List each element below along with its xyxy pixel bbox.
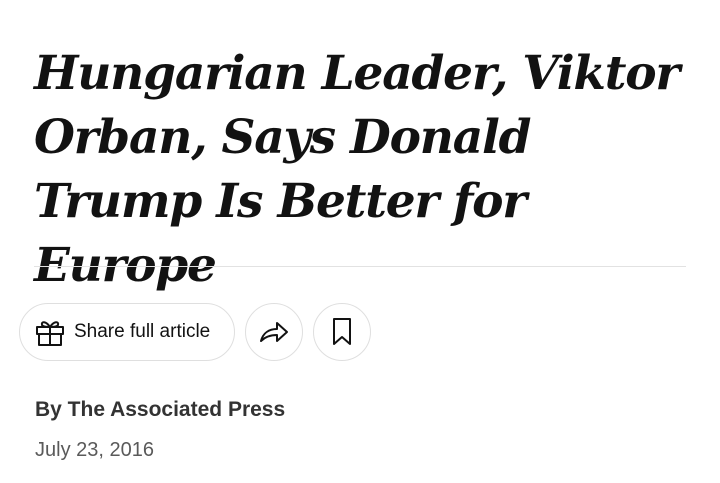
divider (34, 266, 686, 267)
share-arrow-icon (258, 319, 290, 345)
article-actions-toolbar: Share full article (19, 303, 371, 361)
article-headline: Hungarian Leader, Viktor Orban, Says Don… (34, 46, 680, 293)
share-full-article-label: Share full article (74, 321, 211, 342)
share-button[interactable] (245, 303, 303, 361)
article-date: July 23, 2016 (35, 439, 154, 461)
save-article-button[interactable] (313, 303, 371, 361)
bookmark-icon (331, 317, 353, 347)
share-full-article-button[interactable]: Share full article (19, 303, 235, 361)
gift-icon (34, 316, 66, 348)
article-byline: By The Associated Press (35, 398, 286, 421)
